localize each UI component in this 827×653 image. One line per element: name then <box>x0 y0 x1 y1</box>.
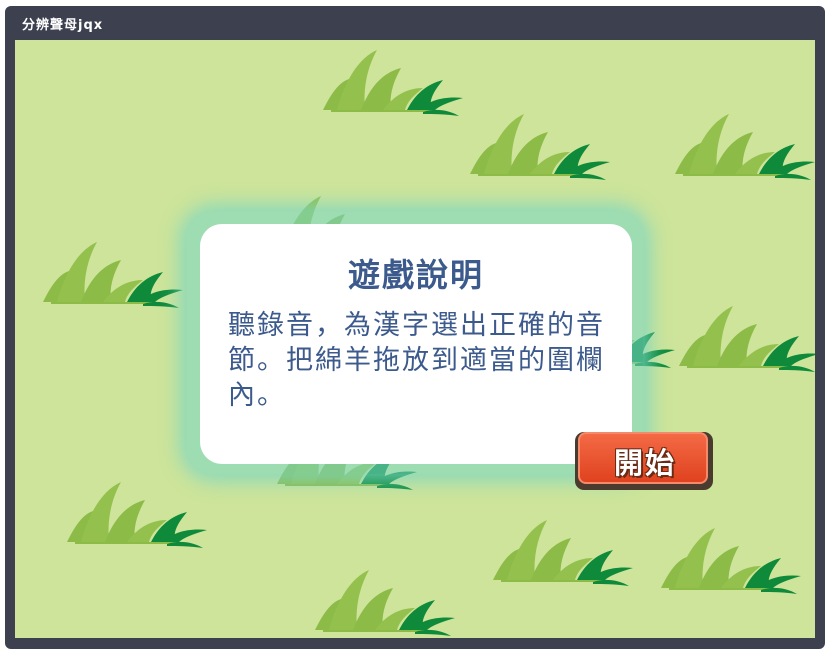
instructions-panel: 遊戲說明 聽錄音，為漢字選出正確的音節。把綿羊拖放到適當的圍欄內。 <box>200 224 632 464</box>
game-stage: 遊戲說明 聽錄音，為漢字選出正確的音節。把綿羊拖放到適當的圍欄內。 開始 <box>15 40 815 638</box>
grass-tuft-icon <box>493 520 633 586</box>
start-button-face[interactable]: 開始 <box>578 432 708 484</box>
instructions-title: 遊戲說明 <box>347 256 484 294</box>
start-button[interactable]: 開始 <box>575 432 713 490</box>
grass-tuft-icon <box>661 528 801 594</box>
start-button-label: 開始 <box>613 446 676 480</box>
window-title: 分辨聲母jqx <box>22 18 104 33</box>
grass-tuft-icon <box>323 50 463 116</box>
grass-tuft-icon <box>43 242 183 308</box>
instructions-text: 聽錄音，為漢字選出正確的音節。把綿羊拖放到適當的圍欄內。 <box>228 310 605 411</box>
grass-tuft-icon <box>679 306 815 372</box>
title-bar: 分辨聲母jqx <box>5 6 825 40</box>
grass-tuft-icon <box>675 114 815 180</box>
grass-tuft-icon <box>470 114 610 180</box>
grass-tuft-icon <box>315 570 455 636</box>
grass-tuft-icon <box>67 482 207 548</box>
game-window: 分辨聲母jqx 遊戲說明 聽錄音，為漢字選出正確的音節。把綿羊拖放到適當的圍欄內… <box>5 6 825 649</box>
